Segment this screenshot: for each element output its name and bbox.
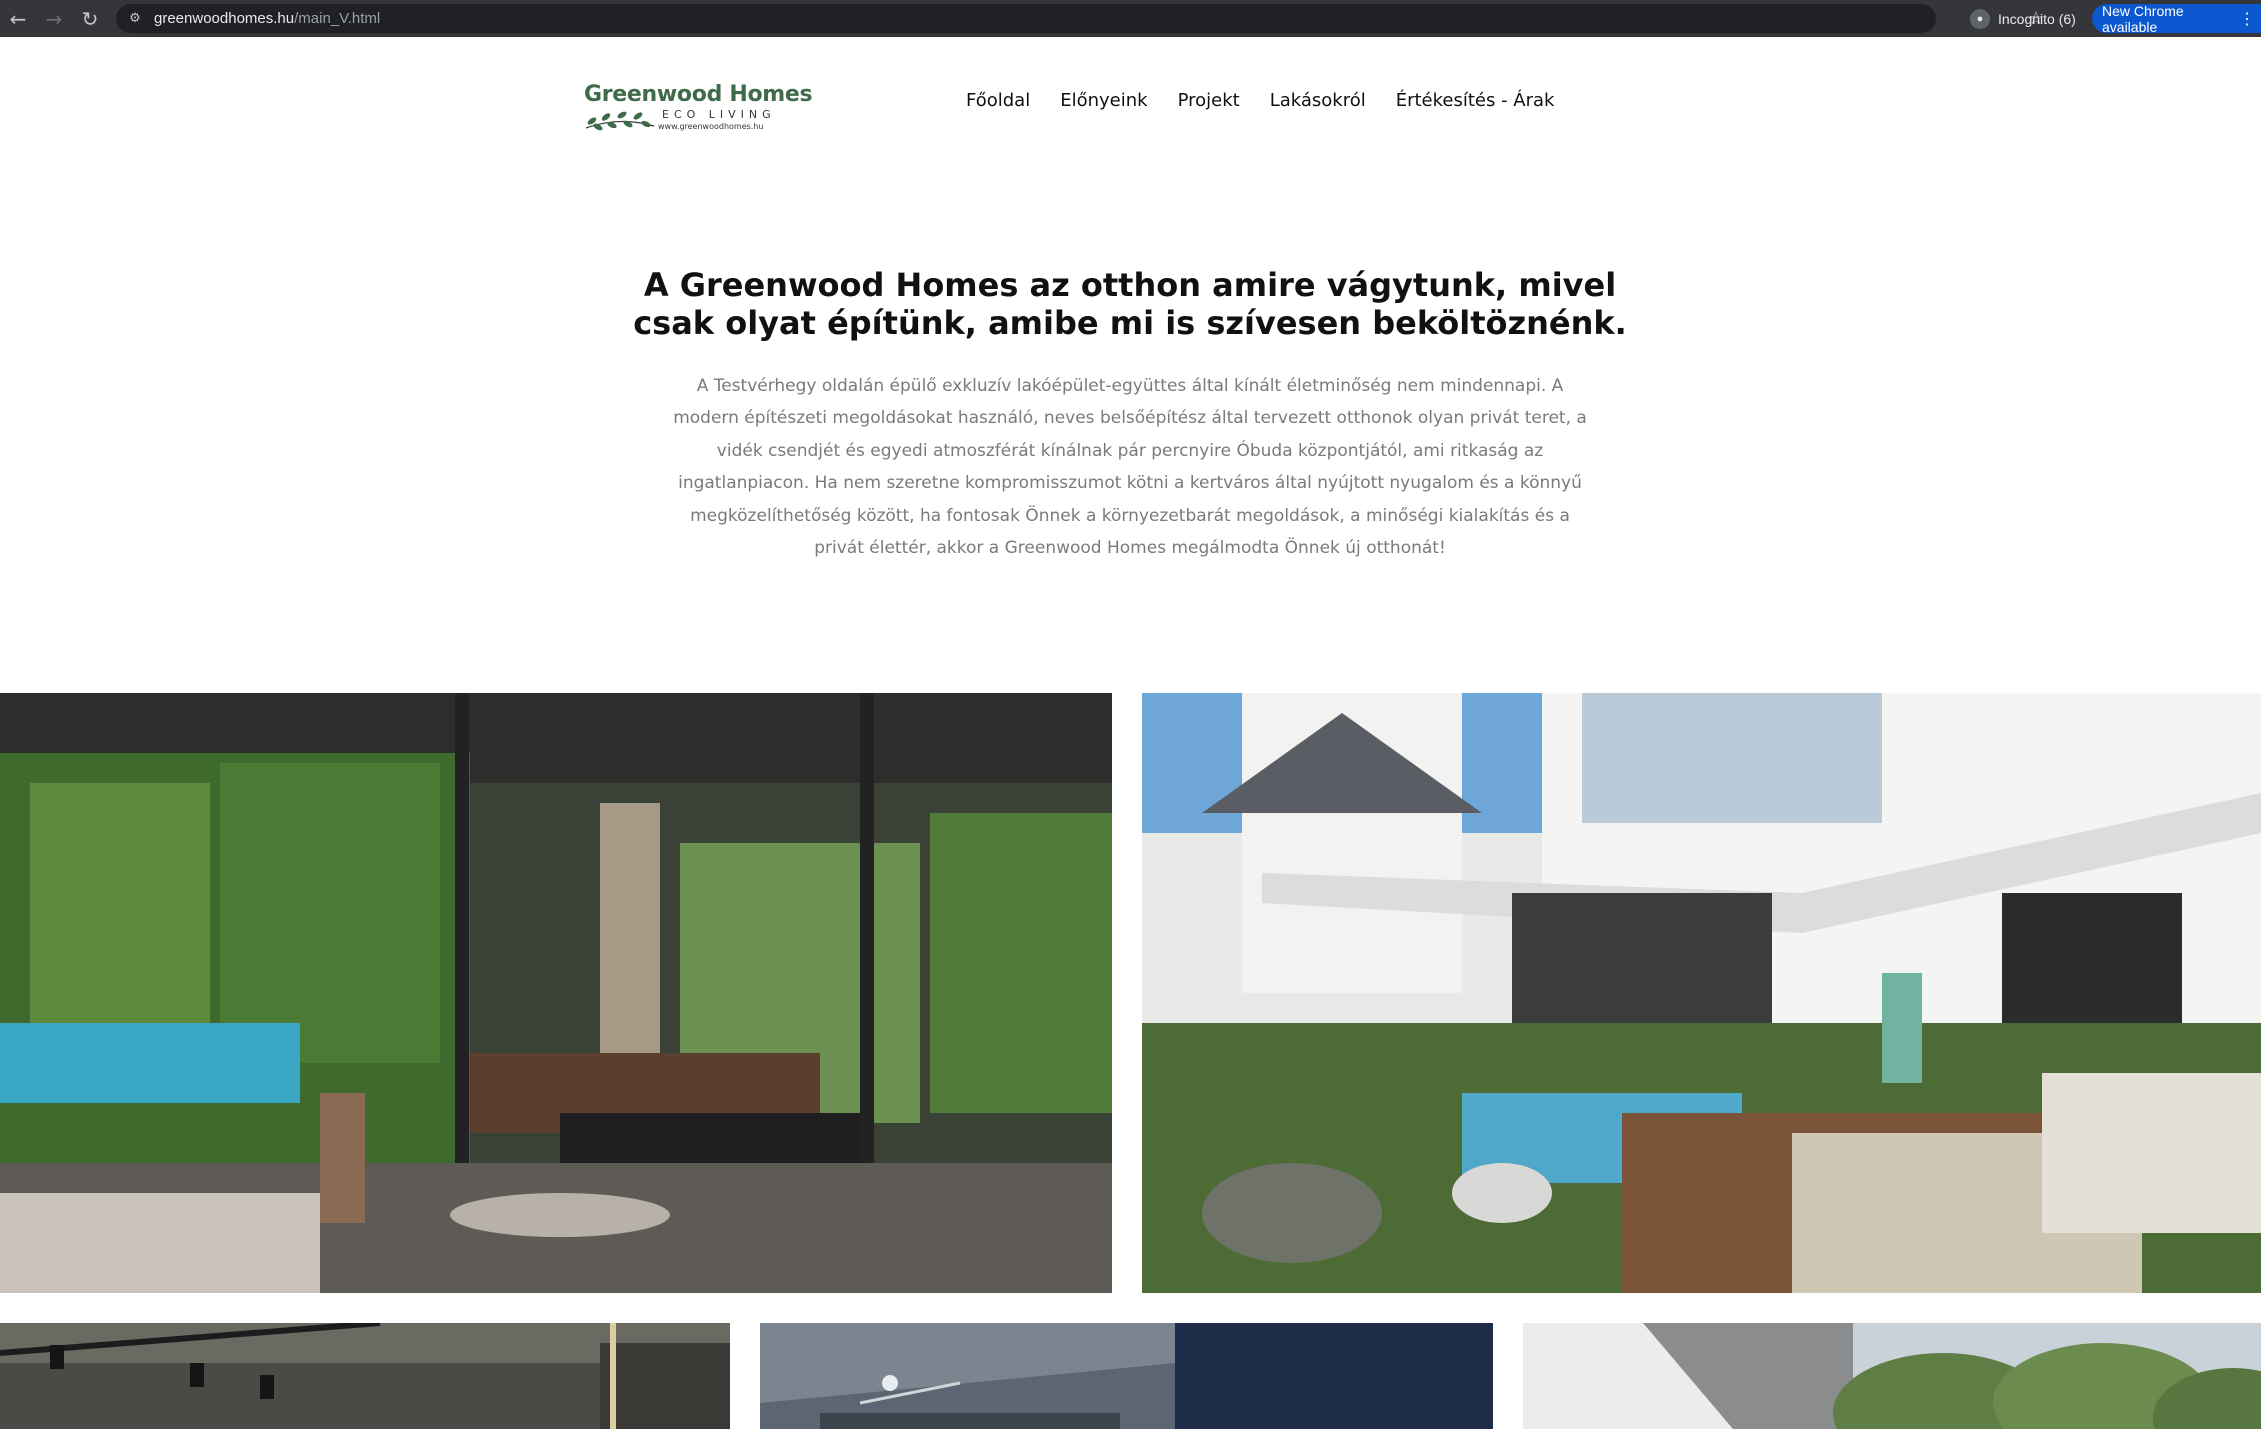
gallery-image-night-terrace[interactable] [760,1323,1493,1429]
nav-item-lakasokrol[interactable]: Lakásokról [1270,90,1366,111]
logo-subtitle: ECO LIVING [662,108,776,121]
update-chrome-button[interactable]: New Chrome available ⋮ [2092,2,2261,35]
url-text: greenwoodhomes.hu/main_V.html [154,10,380,27]
intro-paragraph: A Testvérhegy oldalán épülő exkluzív lak… [673,376,1587,559]
incognito-indicator[interactable]: ● Incognito (6) [1960,4,2090,33]
logo-url: www.greenwoodhomes.hu [658,122,764,131]
main-navigation: Főoldal Előnyeink Projekt Lakásokról Ért… [966,90,1584,111]
url-host: greenwoodhomes.hu [154,10,295,27]
browser-toolbar: ← → ↻ ⚙ greenwoodhomes.hu/main_V.html ☆ … [0,0,2261,37]
logo-title: Greenwood Homes [584,82,813,107]
url-path: /main_V.html [294,10,381,27]
incognito-icon: ● [1970,8,1990,29]
gallery-image-exterior-roof[interactable] [1523,1323,2261,1429]
gallery-image-interior-ceiling[interactable] [0,1323,730,1429]
nav-item-ertekesites-arak[interactable]: Értékesítés - Árak [1396,90,1555,111]
more-icon[interactable]: ⋮ [2239,9,2255,29]
living-room-photo [0,693,1112,1293]
nav-item-projekt[interactable]: Projekt [1178,90,1240,111]
terrace-pool-photo [1142,693,2261,1293]
leaves-icon [585,111,655,131]
site-settings-icon[interactable]: ⚙ [126,10,144,28]
back-arrow-icon[interactable]: ← [0,0,36,37]
forward-arrow-icon[interactable]: → [36,0,72,37]
incognito-label: Incognito (6) [1998,10,2076,27]
page-headline: A Greenwood Homes az otthon amire vágytu… [633,266,1627,342]
interior-ceiling-photo [0,1323,730,1429]
nav-item-elonyeink[interactable]: Előnyeink [1060,90,1147,111]
exterior-roof-photo [1523,1323,2261,1429]
night-terrace-photo [760,1323,1493,1429]
update-label: New Chrome available [2102,2,2184,35]
nav-item-fooldal[interactable]: Főoldal [966,90,1030,111]
address-bar[interactable]: ⚙ greenwoodhomes.hu/main_V.html ☆ [116,4,2044,33]
gallery-image-terrace-pool[interactable] [1142,693,2261,1293]
gallery-image-living-room[interactable] [0,693,1112,1293]
reload-icon[interactable]: ↻ [72,0,108,37]
site-logo[interactable]: Greenwood Homes ECO LIVING www.greenwood… [584,82,813,134]
